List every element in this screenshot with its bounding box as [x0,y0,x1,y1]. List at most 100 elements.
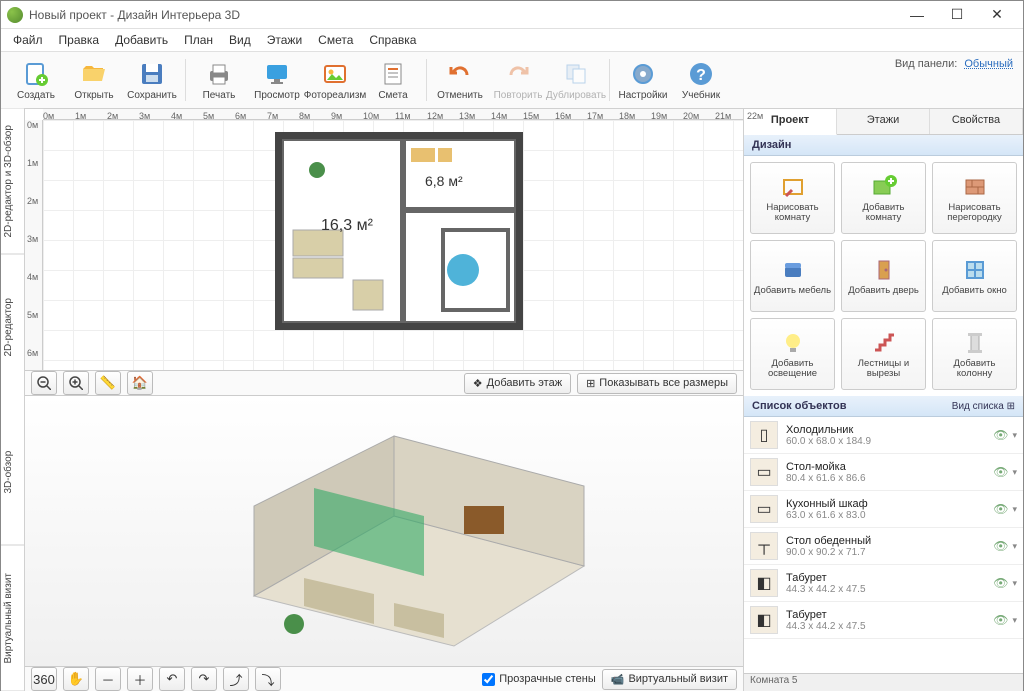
right-tab-Этажи[interactable]: Этажи [837,109,930,134]
undo-icon [446,60,474,88]
tool-undo[interactable]: Отменить [431,53,489,107]
tool-file-new[interactable]: Создать [7,53,65,107]
right-panel: ПроектЭтажиСвойства Дизайн Нарисовать ко… [743,109,1023,691]
layers-icon: ❖ [473,377,483,390]
design-add-room[interactable]: Добавить комнату [841,162,926,234]
menu-справка[interactable]: Справка [361,31,424,49]
chevron-down-icon[interactable]: ▾ [1012,615,1017,626]
visibility-icon[interactable]: 👁 [993,613,1008,627]
tool-save[interactable]: Сохранить [123,53,181,107]
object-row[interactable]: ▯Холодильник60.0 x 68.0 x 184.9👁▾ [744,417,1023,454]
visibility-icon[interactable]: 👁 [993,539,1008,553]
tilt-down-button[interactable]: ⤵ [255,667,281,691]
design-add-column[interactable]: Добавить колонну [932,318,1017,390]
design-draw-wall[interactable]: Нарисовать перегородку [932,162,1017,234]
measure-button[interactable]: 📏 [95,371,121,395]
dims-icon: ⊞ [586,377,595,390]
zoom-in-2d-button[interactable] [63,371,89,395]
panel-view-switch: Вид панели: Обычный [895,58,1013,70]
menu-файл[interactable]: Файл [5,31,51,49]
tool-photo[interactable]: Фотореализм [306,53,364,107]
design-add-door[interactable]: Добавить дверь [841,240,926,312]
close-button[interactable]: ✕ [977,1,1017,29]
room2-area-label: 6,8 м² [425,173,463,189]
menu-план[interactable]: План [176,31,221,49]
home-button[interactable]: 🏠 [127,371,153,395]
tool-estimate[interactable]: Смета [364,53,422,107]
design-add-furniture[interactable]: Добавить мебель [750,240,835,312]
chevron-down-icon[interactable]: ▾ [1012,430,1017,441]
tilt-up-button[interactable]: ⤴ [223,667,249,691]
menu-bar: ФайлПравкаДобавитьПланВидЭтажиСметаСправ… [1,29,1023,51]
add-furniture-icon [779,256,807,284]
design-stairs[interactable]: Лестницы и вырезы [841,318,926,390]
object-list[interactable]: ▯Холодильник60.0 x 68.0 x 184.9👁▾▭Стол-м… [744,417,1023,673]
floor-plan[interactable]: 16,3 м² 6,8 м² [273,130,533,340]
tool-monitor[interactable]: Просмотр [248,53,306,107]
zoom-out-2d-button[interactable] [31,371,57,395]
object-thumb: ◧ [750,569,778,597]
canvas-2d[interactable]: 16,3 м² 6,8 м² [43,120,743,370]
view-3d[interactable] [25,396,743,666]
maximize-button[interactable]: ☐ [937,1,977,29]
save-icon [138,60,166,88]
zoom-out-3d-button[interactable]: － [95,667,121,691]
rotate-left-button[interactable]: ↶ [159,667,185,691]
show-all-dims-button[interactable]: ⊞ Показывать все размеры [577,373,737,394]
object-thumb: ▭ [750,495,778,523]
object-row[interactable]: ┬Стол обеденный90.0 x 90.2 x 71.7👁▾ [744,528,1023,565]
menu-добавить[interactable]: Добавить [107,31,176,49]
object-thumb: ▭ [750,458,778,486]
tool-print[interactable]: Печать [190,53,248,107]
object-row[interactable]: ▭Кухонный шкаф63.0 x 61.6 x 83.0👁▾ [744,491,1023,528]
transparent-walls-checkbox[interactable]: Прозрачные стены [482,673,595,686]
pan-button[interactable]: ✋ [63,667,89,691]
toolbar-3d: 360 ✋ － ＋ ↶ ↷ ⤴ ⤵ Прозрачные стены 📹 Вир… [25,666,743,691]
visibility-icon[interactable]: 👁 [993,576,1008,590]
camera-icon: 📹 [611,673,625,686]
object-row[interactable]: ◧Табурет44.3 x 44.2 x 47.5👁▾ [744,565,1023,602]
object-row[interactable]: ◧Табурет44.3 x 44.2 x 47.5👁▾ [744,602,1023,639]
draw-wall-icon [961,173,989,201]
tool-settings[interactable]: Настройки [614,53,672,107]
visibility-icon[interactable]: 👁 [993,465,1008,479]
add-floor-button[interactable]: ❖ Добавить этаж [464,373,571,394]
room1-area-label: 16,3 м² [321,217,374,234]
minimize-button[interactable]: — [897,1,937,29]
visibility-icon[interactable]: 👁 [993,502,1008,516]
chevron-down-icon[interactable]: ▾ [1012,467,1017,478]
design-draw-room[interactable]: Нарисовать комнату [750,162,835,234]
design-add-window[interactable]: Добавить окно [932,240,1017,312]
panel-view-link[interactable]: Обычный [964,58,1013,70]
menu-правка[interactable]: Правка [51,31,108,49]
chevron-down-icon[interactable]: ▾ [1012,504,1017,515]
tool-folder-open[interactable]: Открыть [65,53,123,107]
object-row[interactable]: ▭Стол-мойка80.4 x 61.6 x 86.6👁▾ [744,454,1023,491]
add-door-icon [870,256,898,284]
objects-view-toggle[interactable]: Вид списка ⊞ [952,401,1015,412]
ruler-vertical: 0м1м2м3м4м5м6м [25,120,43,370]
object-thumb: ◧ [750,606,778,634]
visibility-icon[interactable]: 👁 [993,428,1008,442]
menu-вид[interactable]: Вид [221,31,259,49]
design-add-light[interactable]: Добавить освещение [750,318,835,390]
redo-icon [504,60,532,88]
title-bar: Новый проект - Дизайн Интерьера 3D — ☐ ✕ [1,1,1023,29]
chevron-down-icon[interactable]: ▾ [1012,578,1017,589]
left-tab-2[interactable]: 3D-обзор [1,400,24,546]
tool-redo: Повторить [489,53,547,107]
virtual-visit-button[interactable]: 📹 Виртуальный визит [602,669,737,690]
tool-help[interactable]: ?Учебник [672,53,730,107]
zoom-in-3d-button[interactable]: ＋ [127,667,153,691]
rotate-right-button[interactable]: ↷ [191,667,217,691]
left-tab-1[interactable]: 2D-редактор [1,255,24,401]
rotate-360-button[interactable]: 360 [31,667,57,691]
chevron-down-icon[interactable]: ▾ [1012,541,1017,552]
left-tab-0[interactable]: 2D-редактор и 3D-обзор [1,109,24,255]
view-2d[interactable]: 0м1м2м3м4м5м6м 16,3 м² [25,120,743,370]
right-tab-Свойства[interactable]: Свойства [930,109,1023,134]
design-grid: Нарисовать комнатуДобавить комнатуНарисо… [744,156,1023,396]
menu-смета[interactable]: Смета [310,31,361,49]
menu-этажи[interactable]: Этажи [259,31,310,49]
left-tab-3[interactable]: Виртуальный визит [1,546,24,691]
